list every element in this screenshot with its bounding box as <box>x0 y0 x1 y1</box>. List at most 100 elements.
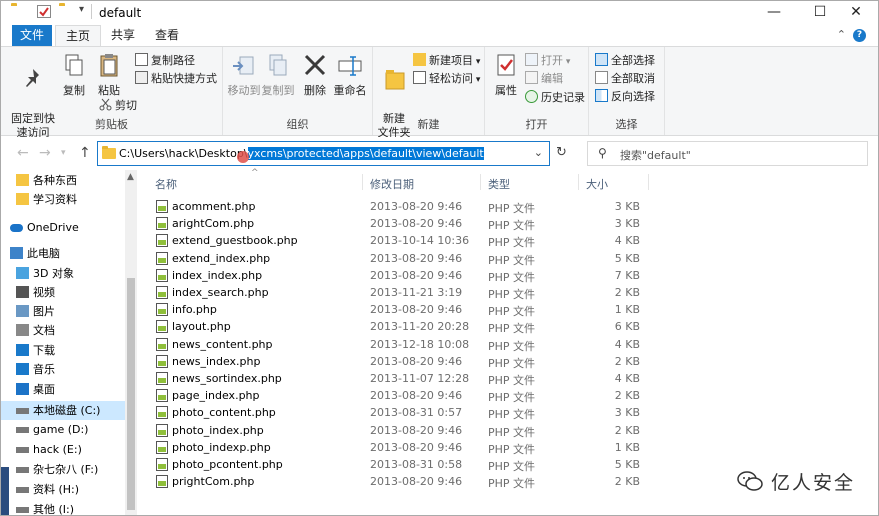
help-icon[interactable]: ? <box>853 29 866 42</box>
nav-scrollbar[interactable]: ▲ <box>125 170 137 515</box>
nav-item[interactable]: 杂七杂八 (F:) <box>1 460 125 479</box>
file-name: photo_indexp.php <box>172 440 271 454</box>
ribbon-tabs: 文件 主页 共享 查看 ⌃ ? <box>1 25 878 46</box>
file-type: PHP 文件 <box>488 356 536 370</box>
column-header-modified[interactable]: 修改日期 <box>370 176 414 192</box>
column-separator[interactable] <box>578 174 579 190</box>
file-row[interactable]: news_index.php 2013-08-20 9:46 PHP 文件 2 KB <box>150 353 750 370</box>
nav-item-label: 此电脑 <box>27 247 60 260</box>
nav-item[interactable]: 视频 <box>1 283 125 302</box>
open-button[interactable]: 打开 ▾ <box>525 52 570 70</box>
address-dropdown-icon[interactable]: ⌄ <box>534 146 543 159</box>
file-row[interactable]: extend_guestbook.php 2013-10-14 10:36 PHP … <box>150 232 750 249</box>
nav-item[interactable]: OneDrive <box>1 218 125 237</box>
file-row[interactable]: photo_index.php 2013-08-20 9:46 PHP 文件 2 KB <box>150 422 750 439</box>
delete-button[interactable]: 删除 <box>301 51 329 98</box>
nav-item[interactable]: 3D 对象 <box>1 264 125 283</box>
file-row[interactable]: info.php 2013-08-20 9:46 PHP 文件 1 KB <box>150 301 750 318</box>
file-type: PHP 文件 <box>488 374 536 387</box>
nav-item[interactable]: 音乐 <box>1 360 125 379</box>
tab-file[interactable]: 文件 <box>12 25 52 46</box>
organize-group: 移动到 复制到 删除 重命名 组织 <box>223 47 373 135</box>
nav-item[interactable]: 各种东西 <box>1 171 125 190</box>
new-item-button[interactable]: 新建项目 ▾ <box>413 52 480 70</box>
column-header-name[interactable]: 名称 <box>155 176 177 192</box>
title-divider <box>91 4 92 19</box>
edit-button[interactable]: 编辑 <box>525 70 563 88</box>
copy-path-label: 复制路径 <box>151 54 195 67</box>
file-size: 3 KB <box>614 406 640 420</box>
file-row[interactable]: extend_index.php 2013-08-20 9:46 PHP 文件 5 K… <box>150 250 750 267</box>
file-row[interactable]: photo_content.php 2013-08-31 0:57 PHP 文件 3 … <box>150 404 750 421</box>
paste-shortcut-button[interactable]: 粘贴快捷方式 <box>135 70 217 88</box>
edit-label: 编辑 <box>541 72 563 85</box>
history-button[interactable]: 历史记录 <box>525 89 585 107</box>
column-header-type[interactable]: 类型 <box>488 176 510 192</box>
file-row[interactable]: news_content.php 2013-12-18 10:08 PHP 文件 4 … <box>150 336 750 353</box>
select-all-button[interactable]: 全部选择 <box>595 52 655 70</box>
invert-selection-button[interactable]: 反向选择 <box>595 88 655 106</box>
file-row[interactable]: photo_indexp.php 2013-08-20 9:46 PHP 文件 1 K… <box>150 439 750 456</box>
refresh-icon[interactable]: ↻ <box>556 145 567 160</box>
nav-item[interactable]: 学习资料 <box>1 190 125 209</box>
open-group-label: 打开 <box>525 118 548 131</box>
file-name: photo_pcontent.php <box>172 458 283 471</box>
nav-item[interactable]: 下载 <box>1 341 125 360</box>
nav-item-label: 杂七杂八 (F:) <box>33 463 99 476</box>
nav-item-label: 本地磁盘 (C:) <box>33 404 101 417</box>
properties-button[interactable]: 属性 <box>491 51 521 98</box>
select-none-button[interactable]: 全部取消 <box>595 70 655 88</box>
file-row[interactable]: news_sortindex.php 2013-11-07 12:28 PHP 文件… <box>150 370 750 387</box>
file-size: 2 KB <box>614 423 640 437</box>
file-row[interactable]: layout.php 2013-11-20 20:28 PHP 文件 6 KB <box>150 318 750 335</box>
properties-quick-icon[interactable] <box>37 5 51 18</box>
nav-item-label: 下载 <box>33 344 55 357</box>
nav-item[interactable]: 桌面 <box>1 380 125 399</box>
tab-home[interactable]: 主页 <box>55 25 102 46</box>
move-to-button[interactable]: 移动到 <box>227 51 261 98</box>
rename-button[interactable]: 重命名 <box>331 51 369 98</box>
nav-item[interactable]: hack (E:) <box>1 440 125 459</box>
back-arrow-icon[interactable]: ← <box>17 145 29 161</box>
copy-button[interactable]: 复制 <box>59 51 89 98</box>
search-box[interactable]: ⚲ 搜索"default" <box>587 141 868 166</box>
copy-to-button[interactable]: 复制到 <box>261 51 295 98</box>
cut-button[interactable]: 剪切 <box>99 97 137 115</box>
nav-item[interactable]: 文档 <box>1 321 125 340</box>
address-path[interactable]: C:\Users\hack\Desktop\yxcms\protected\ap… <box>119 147 484 160</box>
forward-arrow-icon[interactable]: → <box>39 145 51 161</box>
recent-locations-icon[interactable]: ▾ <box>61 148 66 158</box>
file-row[interactable]: photo_pcontent.php 2013-08-31 0:58 PHP 文件 5… <box>150 456 750 473</box>
file-row[interactable]: prightCom.php 2013-08-20 9:46 PHP 文件 2 KB <box>150 473 750 490</box>
file-row[interactable]: index_index.php 2013-08-20 9:46 PHP 文件 7 KB <box>150 267 750 284</box>
nav-item[interactable]: game (D:) <box>1 420 125 439</box>
minimize-button[interactable]: — <box>751 1 797 25</box>
paste-button[interactable]: 粘贴 <box>94 51 124 98</box>
tab-share[interactable]: 共享 <box>101 25 145 46</box>
easy-access-button[interactable]: 轻松访问 ▾ <box>413 70 480 88</box>
scroll-up-icon[interactable]: ▲ <box>127 172 134 182</box>
nav-item[interactable]: 此电脑 <box>1 244 125 263</box>
close-button[interactable]: ✕ <box>833 1 878 25</box>
column-separator[interactable] <box>362 174 363 190</box>
column-header-size[interactable]: 大小 <box>586 176 608 192</box>
tab-view[interactable]: 查看 <box>145 25 189 46</box>
file-row[interactable]: index_search.php 2013-11-21 3:19 PHP 文件 2 K… <box>150 284 750 301</box>
column-separator[interactable] <box>648 174 649 190</box>
file-row[interactable]: acomment.php 2013-08-20 9:46 PHP 文件 3 KB <box>150 198 750 215</box>
nav-item[interactable]: 其他 (I:) <box>1 500 125 515</box>
address-bar[interactable]: C:\Users\hack\Desktop\yxcms\protected\ap… <box>97 141 550 166</box>
column-separator[interactable] <box>480 174 481 190</box>
sort-ascending-icon: ^ <box>251 168 259 178</box>
collapse-ribbon-icon[interactable]: ⌃ <box>837 28 846 41</box>
copy-path-button[interactable]: 复制路径 <box>135 52 195 70</box>
nav-item[interactable]: 本地磁盘 (C:) <box>1 401 125 420</box>
nav-scroll-thumb[interactable] <box>127 278 135 510</box>
file-row[interactable]: page_index.php 2013-08-20 9:46 PHP 文件 2 KB <box>150 387 750 404</box>
nav-item[interactable]: 图片 <box>1 302 125 321</box>
up-arrow-icon[interactable]: ↑ <box>79 145 91 161</box>
download-icon <box>16 344 29 356</box>
file-row[interactable]: arightCom.php 2013-08-20 9:46 PHP 文件 3 KB <box>150 215 750 232</box>
nav-item[interactable]: 资料 (H:) <box>1 480 125 499</box>
quick-access-dropdown-icon[interactable]: ▾ <box>79 4 84 15</box>
